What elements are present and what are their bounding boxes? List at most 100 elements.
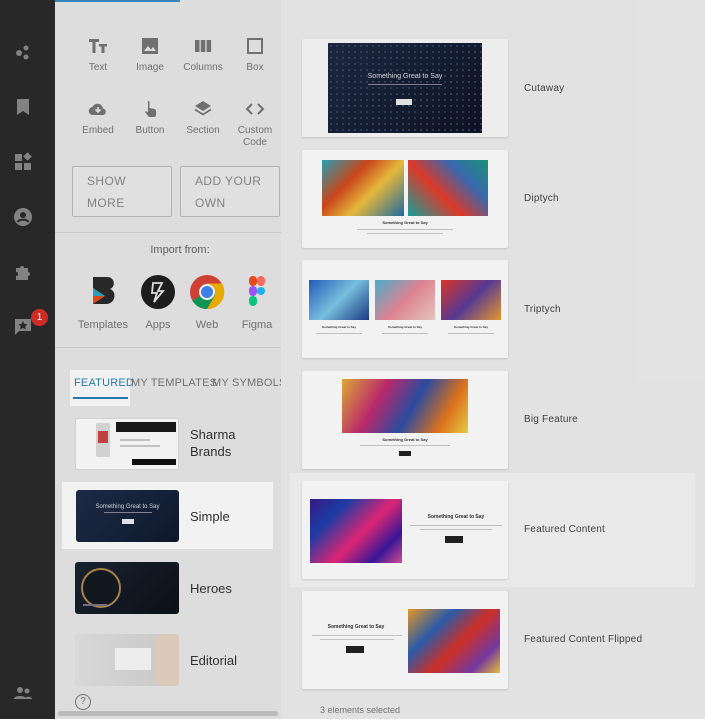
import-figma[interactable]: Figma	[231, 274, 283, 331]
tab-my-symbols[interactable]: MY SYMBOLS	[212, 377, 287, 389]
show-more-button[interactable]: SHOW MORE	[72, 166, 172, 217]
template-thumbnail	[75, 634, 179, 686]
layers-icon[interactable]	[13, 0, 33, 14]
panel-horizontal-scrollbar[interactable]	[58, 711, 278, 716]
template-simple[interactable]: Something Great to Say Simple	[55, 490, 305, 550]
template-thumbnail	[75, 562, 179, 614]
layout-preview-image	[375, 280, 435, 320]
tab-my-templates[interactable]: MY TEMPLATES	[131, 377, 217, 389]
layout-label: Big Feature	[524, 414, 578, 425]
layout-preview-image	[309, 280, 369, 320]
template-editorial[interactable]: Editorial	[55, 634, 305, 694]
image-icon	[142, 38, 158, 54]
tab-active-underline	[73, 397, 128, 399]
network-icon[interactable]	[13, 42, 33, 62]
team-icon[interactable]	[13, 683, 33, 703]
tool-text[interactable]: Text	[68, 36, 128, 74]
help-icon[interactable]: ?	[75, 694, 91, 710]
tool-button[interactable]: Button	[120, 99, 180, 137]
layout-headline: Something Great to Say	[382, 437, 428, 442]
tool-image[interactable]: Image	[120, 36, 180, 74]
add-your-own-button[interactable]: ADD YOUR OWN	[180, 166, 280, 217]
tool-embed[interactable]: Embed	[68, 99, 128, 137]
template-thumbnail: Something Great to Say	[76, 490, 179, 542]
tool-section-label: Section	[186, 125, 220, 136]
layout-preview-image	[408, 160, 488, 216]
layout-label: Featured Content Flipped	[524, 634, 643, 645]
layout-preview-image	[408, 609, 500, 673]
layout-label: Triptych	[524, 304, 561, 315]
tool-button-label: Button	[135, 125, 165, 136]
divider	[55, 347, 305, 348]
tool-columns[interactable]: Columns	[173, 36, 233, 74]
layout-preview-image	[310, 499, 402, 563]
chrome-icon	[190, 275, 225, 310]
layout-preview-image	[322, 160, 404, 216]
layout-preview-image	[441, 280, 501, 320]
layout-headline: Something Great to Say	[387, 325, 422, 329]
text-icon	[89, 39, 107, 53]
cloud-download-icon	[88, 103, 106, 116]
code-icon	[245, 103, 265, 115]
tool-columns-label: Columns	[183, 62, 223, 73]
layout-headline: Something Great to Say	[453, 325, 488, 329]
tool-custom-code[interactable]: Custom Code	[225, 99, 285, 149]
layout-preview-image	[342, 379, 468, 433]
layout-featured-content[interactable]: Something Great to Say	[302, 481, 508, 579]
pointer-hand-icon	[145, 101, 156, 117]
left-icon-rail: 1	[0, 0, 55, 719]
layout-preview: Something Great to Say	[328, 43, 482, 133]
template-thumbnail	[75, 418, 179, 470]
template-name: Simple	[190, 509, 230, 524]
tab-featured[interactable]: FEATURED	[74, 377, 134, 389]
apps-icon[interactable]	[13, 152, 33, 172]
layout-cutaway[interactable]: Something Great to Say	[302, 39, 508, 137]
tool-image-label: Image	[136, 62, 164, 73]
import-apps[interactable]: Apps	[132, 274, 184, 331]
tool-text-label: Text	[88, 62, 108, 73]
apps-logo-icon	[141, 275, 175, 309]
divider	[55, 232, 305, 233]
templates-logo-icon	[93, 277, 115, 304]
template-name: Heroes	[190, 581, 232, 596]
tool-section[interactable]: Section	[173, 99, 233, 137]
plugin-icon[interactable]	[13, 262, 33, 282]
layout-headline: Something Great to Say	[327, 624, 385, 630]
columns-icon	[195, 40, 212, 52]
import-web-label: Web	[195, 319, 219, 331]
import-templates-label: Templates	[77, 319, 129, 331]
notification-badge: 1	[31, 309, 48, 326]
layout-label: Featured Content	[524, 524, 606, 535]
layout-diptych[interactable]: Something Great to Say	[302, 150, 508, 248]
tool-box-label: Box	[246, 62, 264, 73]
template-name: Editorial	[190, 653, 237, 668]
tool-custom-code-label: Custom Code	[237, 125, 273, 148]
template-sharma-brands[interactable]: Sharma Brands	[55, 418, 305, 478]
template-tabs: FEATURED MY TEMPLATES MY SYMBOLS	[55, 373, 305, 413]
layout-label: Cutaway	[524, 83, 565, 94]
import-apps-label: Apps	[145, 319, 171, 331]
layout-triptych[interactable]: Something Great to Say Something Great t…	[302, 260, 508, 358]
layout-headline: Something Great to Say	[382, 220, 428, 225]
template-heroes[interactable]: Heroes	[55, 562, 305, 622]
account-icon[interactable]	[13, 207, 33, 227]
import-title: Import from:	[150, 244, 210, 256]
feedback-icon[interactable]	[13, 317, 33, 337]
import-web[interactable]: Web	[181, 274, 233, 331]
layout-label: Diptych	[524, 193, 559, 204]
template-name: Sharma Brands	[190, 427, 236, 459]
layout-headline: Something Great to Say	[367, 73, 443, 80]
layout-big-feature[interactable]: Something Great to Say	[302, 371, 508, 469]
layout-headline: Something Great to Say	[321, 325, 356, 329]
selection-status: 3 elements selected	[320, 705, 401, 715]
layout-featured-content-flipped[interactable]: Something Great to Say	[302, 591, 508, 689]
box-icon	[247, 38, 263, 54]
import-templates[interactable]: Templates	[77, 274, 129, 331]
tool-embed-label: Embed	[82, 125, 114, 136]
figma-icon	[249, 276, 265, 306]
active-tab-indicator	[55, 0, 180, 2]
import-figma-label: Figma	[241, 319, 273, 331]
bookmark-icon[interactable]	[13, 97, 33, 117]
tool-box[interactable]: Box	[225, 36, 285, 74]
layout-headline: Something Great to Say	[427, 514, 485, 520]
